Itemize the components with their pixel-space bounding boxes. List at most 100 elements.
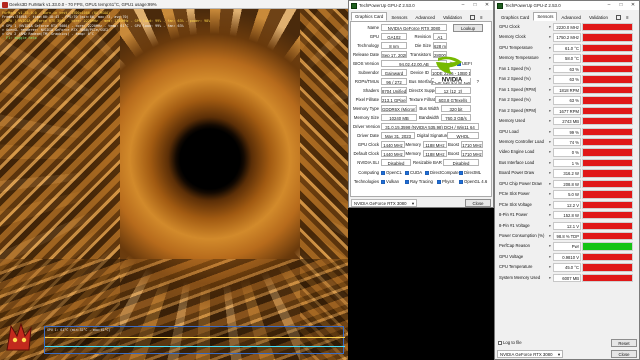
sensor-graph-bar bbox=[583, 180, 632, 188]
sensor-graph bbox=[582, 75, 633, 84]
value-resizable-bar: Disabled bbox=[443, 159, 479, 167]
label-digital-signature: Digital Signature bbox=[417, 133, 449, 138]
sensor-value: 98.8 % TDP bbox=[553, 232, 581, 241]
value-gpu-boost: 1710 MHz bbox=[461, 141, 483, 149]
tab-sensors[interactable]: Sensors bbox=[387, 13, 411, 21]
sensor-row: Fan 2 Speed (%) ▾ 63 % bbox=[497, 95, 636, 106]
close-icon[interactable]: ✕ bbox=[627, 1, 639, 10]
close-icon[interactable]: ✕ bbox=[481, 1, 493, 10]
value-gpu-memory: 1188 MHz bbox=[423, 141, 447, 149]
sensor-name: Fan 2 Speed (%) bbox=[499, 74, 549, 85]
close-button[interactable]: Close bbox=[611, 350, 637, 358]
sensor-row: Video Engine Load ▾ 0 % bbox=[497, 147, 636, 158]
sensor-graph bbox=[582, 232, 633, 241]
lookup-button[interactable]: Lookup bbox=[453, 24, 483, 32]
gpuz-card-titlebar[interactable]: TechPowerUp GPU-Z 2.53.0 – □ ✕ bbox=[349, 1, 493, 10]
cuda-label: CUDA bbox=[410, 170, 423, 175]
temperature-graph: GPU 1: 61°C (min:32°C - max:61°C) bbox=[44, 326, 345, 354]
sensor-value: 74 % bbox=[553, 137, 581, 147]
sensor-graph-bar bbox=[583, 159, 632, 167]
opengl-checkbox: OpenGL 4.6 bbox=[459, 178, 489, 186]
help-icon[interactable]: ? bbox=[473, 78, 479, 86]
gpu-select-dropdown[interactable]: NVIDIA GeForce RTX 3080 ▾ bbox=[351, 199, 417, 207]
label-pixel-fillrate: Pixel Fillrate bbox=[355, 97, 379, 102]
tab-sensors[interactable]: Sensors bbox=[533, 12, 558, 21]
sensor-graph bbox=[582, 190, 633, 199]
label-bus-width: Bus Width bbox=[419, 106, 439, 111]
sensor-graph bbox=[582, 158, 633, 168]
sensor-name: System Memory Used bbox=[499, 272, 549, 283]
gpuz-sensors-titlebar[interactable]: TechPowerUp GPU-Z 2.53.0 – □ ✕ bbox=[495, 1, 639, 10]
sensor-row: 8-Pin #1 Power ▾ 152.8 W bbox=[497, 210, 636, 221]
maximize-icon[interactable]: □ bbox=[615, 1, 627, 10]
camera-icon[interactable] bbox=[612, 13, 622, 21]
directcompute-label: DirectCompute bbox=[430, 170, 459, 175]
physx-checkbox: PhysX bbox=[437, 178, 459, 186]
label-directx-support: DirectX Support bbox=[409, 88, 440, 93]
chevron-down-icon: ▾ bbox=[557, 352, 560, 357]
maximize-icon[interactable]: □ bbox=[469, 1, 481, 10]
sensor-row: Bus Interface Load ▾ 1 % bbox=[497, 157, 636, 168]
label-technology: Technology bbox=[357, 43, 379, 48]
value-gpu: GA102 bbox=[381, 33, 407, 41]
tab-advanced[interactable]: Advanced bbox=[557, 13, 585, 21]
label-memory-type: Memory Type bbox=[353, 106, 379, 111]
value-bandwidth: 760.3 GB/s bbox=[441, 114, 471, 122]
sensor-row: GPU Temperature ▾ 61.0 °C bbox=[497, 42, 636, 53]
sensor-graph-bar bbox=[583, 55, 632, 62]
close-button[interactable]: Close bbox=[465, 199, 491, 207]
sensor-name: Memory Clock bbox=[499, 32, 549, 43]
label-gpu: GPU bbox=[369, 34, 379, 39]
sensor-name: GPU Load bbox=[499, 126, 549, 137]
ray-tracing-checkbox: Ray Tracing bbox=[405, 178, 435, 186]
log-to-file-checkbox[interactable]: Log to file bbox=[498, 339, 538, 347]
sensor-name: GPU Temperature bbox=[499, 42, 549, 53]
furmark-titlebar[interactable]: Geeks3D FurMark v1.33.0.0 - 70 FPS, GPU1… bbox=[0, 0, 348, 9]
sensor-row: System Memory Used ▾ 6007 MB bbox=[497, 272, 636, 283]
sensor-value: 5.0 W bbox=[553, 190, 581, 199]
chevron-down-icon: ▾ bbox=[411, 201, 414, 206]
sensor-value: Pwr bbox=[553, 242, 581, 251]
sensor-name: Board Power Draw bbox=[499, 168, 549, 179]
tab-advanced[interactable]: Advanced bbox=[411, 13, 439, 21]
sensor-name: GPU Voltage bbox=[499, 251, 549, 262]
value-nvidia-sli: Disabled bbox=[381, 159, 411, 167]
sensor-row: Memory Temperature ▾ 58.0 °C bbox=[497, 53, 636, 64]
tab-validation[interactable]: Validation bbox=[585, 13, 612, 21]
gpuz-app-icon bbox=[497, 2, 503, 9]
gpu-select-value: NVIDIA GeForce RTX 3080 bbox=[354, 201, 407, 206]
tab-graphics-card[interactable]: Graphics Card bbox=[351, 12, 388, 21]
reset-button[interactable]: Reset bbox=[611, 339, 637, 347]
tab-validation[interactable]: Validation bbox=[439, 13, 466, 21]
value-technology: 8 nm bbox=[381, 42, 407, 50]
sensor-graph-bar bbox=[583, 253, 632, 261]
sensor-name: PerfCap Reason bbox=[499, 241, 549, 252]
minimize-icon[interactable]: – bbox=[457, 1, 469, 10]
sensor-name: Fan 2 Speed (%) bbox=[499, 95, 549, 106]
sensor-row: CPU Temperature ▾ 45.0 °C bbox=[497, 262, 636, 273]
value-digital-signature: WHQL bbox=[447, 132, 479, 140]
sensor-row: Board Power Draw ▾ 316.2 W bbox=[497, 168, 636, 179]
sensor-row: Fan 1 Speed (RPM) ▾ 1818 RPM bbox=[497, 84, 636, 95]
minimize-icon[interactable]: – bbox=[603, 1, 615, 10]
gpu-select-dropdown[interactable]: NVIDIA GeForce RTX 3080 ▾ bbox=[497, 350, 563, 358]
furmark-logo-icon bbox=[6, 322, 32, 351]
tab-graphics-card[interactable]: Graphics Card bbox=[497, 13, 533, 21]
sensor-name: 8-Pin #1 Voltage bbox=[499, 220, 549, 231]
camera-icon[interactable] bbox=[466, 13, 476, 21]
sensor-graph-bar bbox=[583, 34, 632, 41]
value-die-size: 628 mm² bbox=[433, 42, 447, 50]
sensor-row: Memory Clock ▾ 1750.2 MHz bbox=[497, 32, 636, 43]
sensor-graph-bar bbox=[583, 191, 632, 198]
sensor-name: GPU Chip Power Draw bbox=[499, 178, 549, 189]
sensor-graph-bar bbox=[583, 97, 632, 104]
sensor-name: 8-Pin #1 Power bbox=[499, 210, 549, 221]
fur-donut-render bbox=[0, 9, 348, 360]
sensor-row: Memory Controller Load ▾ 74 % bbox=[497, 136, 636, 147]
menu-icon[interactable]: ≡ bbox=[476, 13, 486, 21]
value-gpu-clock: 1440 MHz bbox=[381, 141, 405, 149]
sensor-graph-bar bbox=[583, 118, 632, 125]
sensor-graph-bar bbox=[583, 243, 632, 250]
menu-icon[interactable]: ≡ bbox=[622, 13, 632, 21]
value-default-clock: 1440 MHz bbox=[381, 150, 405, 158]
